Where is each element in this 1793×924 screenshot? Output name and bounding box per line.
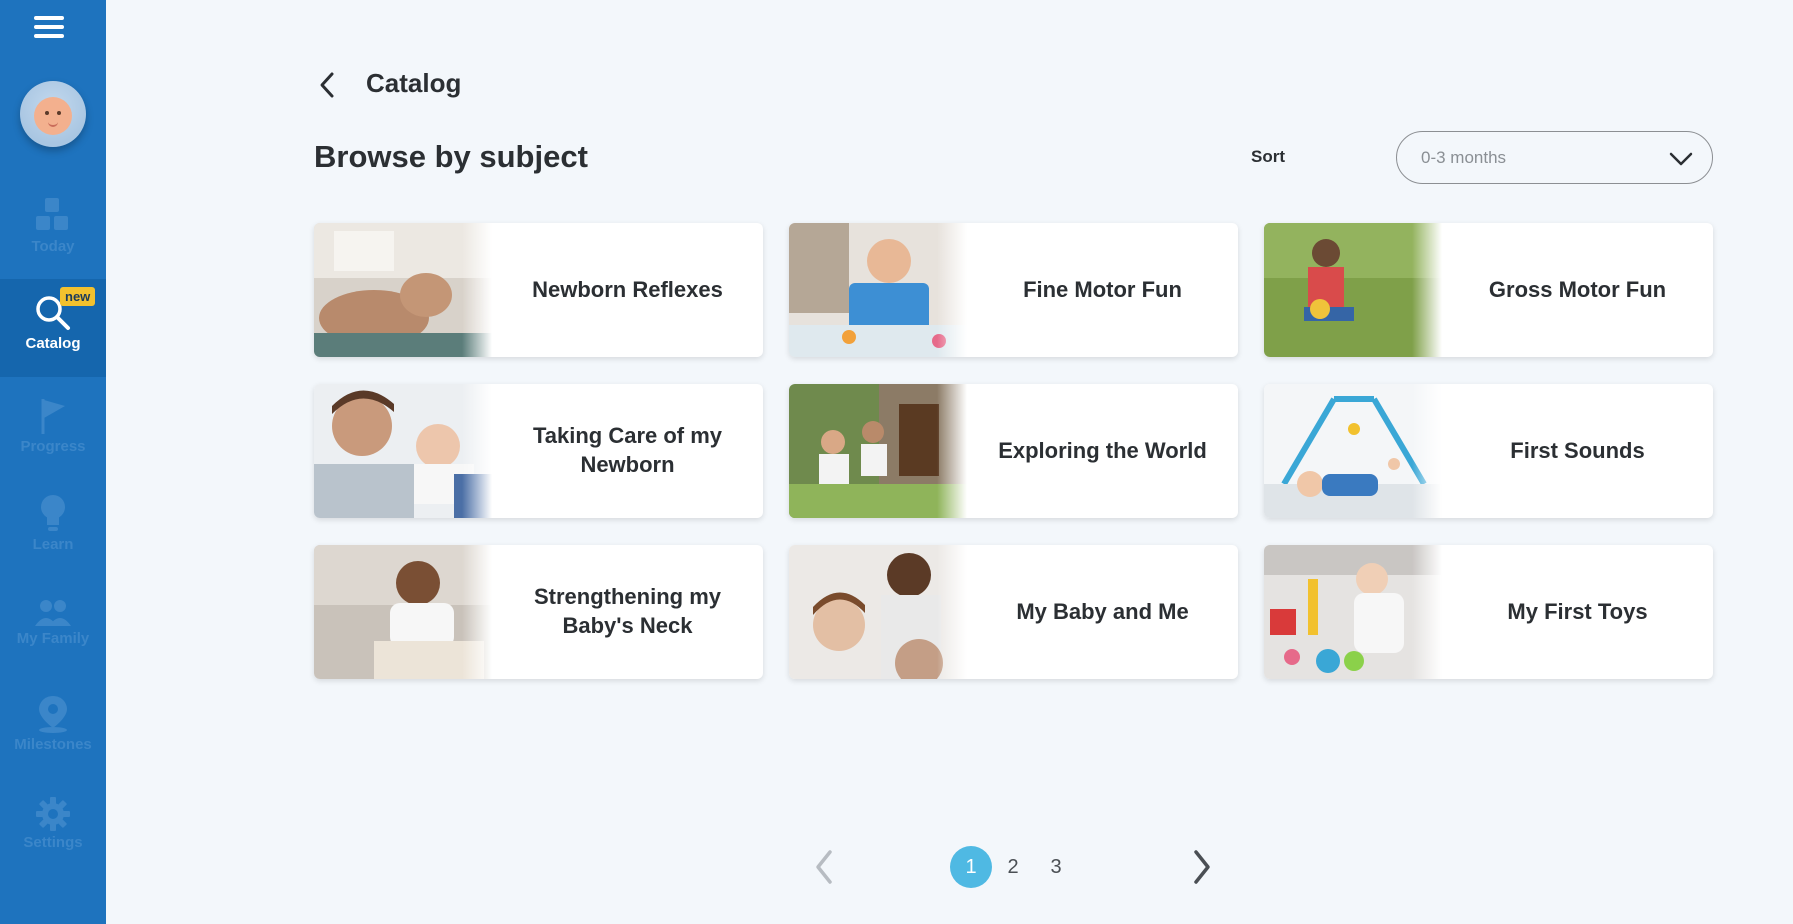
sidebar-item-label: Learn [32, 536, 74, 553]
card-title: Strengthening my Baby's Neck [533, 584, 721, 638]
page-2-button[interactable]: 2 [992, 846, 1034, 888]
sidebar-item-milestones[interactable]: Milestones [0, 694, 106, 756]
card-title: My Baby and Me [1016, 598, 1189, 624]
next-page-button[interactable] [1190, 848, 1214, 891]
location-pin-icon [39, 696, 67, 733]
sidebar-item-label: Catalog [25, 335, 81, 352]
sort-label: Sort [1251, 147, 1285, 166]
chevron-right-icon [1194, 850, 1210, 884]
avatar[interactable] [20, 81, 86, 147]
card-title: First Sounds [1510, 437, 1645, 463]
page-3-button[interactable]: 3 [1035, 846, 1077, 888]
card-image [789, 223, 967, 357]
sidebar-item-my-family[interactable]: My Family [0, 598, 106, 658]
breadcrumb-title: Catalog [366, 68, 462, 98]
hamburger-menu-icon[interactable] [34, 16, 64, 42]
previous-page-button[interactable] [812, 848, 836, 891]
card-image [1264, 223, 1442, 357]
subject-card-my-baby-and-me[interactable]: My Baby and Me [789, 545, 1238, 679]
subject-card-gross-motor-fun[interactable]: Gross Motor Fun [1264, 223, 1713, 357]
sidebar-item-label: Milestones [14, 736, 92, 753]
sidebar-item-progress[interactable]: Progress [0, 396, 106, 462]
card-title: Newborn Reflexes [532, 276, 723, 302]
card-title: Taking Care of my Newborn [532, 423, 723, 477]
sidebar-item-today[interactable]: Today [0, 196, 106, 264]
card-title: Exploring the World [998, 437, 1207, 463]
sort-selected-value: 0-3 months [1421, 148, 1507, 167]
card-image [1264, 384, 1442, 518]
card-image [314, 545, 492, 679]
new-badge: new [60, 287, 96, 306]
sort-dropdown[interactable]: 0-3 months [1396, 131, 1713, 184]
flag-icon [41, 399, 65, 434]
subject-card-fine-motor-fun[interactable]: Fine Motor Fun [789, 223, 1238, 357]
sidebar-item-label: Settings [23, 834, 83, 851]
card-image [1264, 545, 1442, 679]
card-image [314, 384, 492, 518]
sidebar-item-settings[interactable]: Settings [0, 796, 106, 858]
chevron-left-icon [816, 850, 832, 884]
chevron-down-icon [1669, 152, 1693, 166]
card-image [789, 545, 967, 679]
card-title: Fine Motor Fun [1023, 276, 1182, 302]
subject-card-my-first-toys[interactable]: My First Toys [1264, 545, 1713, 679]
card-title: My First Toys [1507, 598, 1648, 624]
sidebar-item-label: Progress [20, 438, 86, 455]
sidebar-item-catalog[interactable]: Catalog new [0, 279, 106, 377]
card-image [314, 223, 492, 357]
chevron-left-icon [320, 72, 334, 98]
subject-card-taking-care-newborn[interactable]: Taking Care of my Newborn [314, 384, 763, 518]
card-image [789, 384, 967, 518]
subject-card-exploring-world[interactable]: Exploring the World [789, 384, 1238, 518]
subject-card-newborn-reflexes[interactable]: Newborn Reflexes [314, 223, 763, 357]
sidebar-item-label: Today [31, 238, 75, 255]
subject-card-first-sounds[interactable]: First Sounds [1264, 384, 1713, 518]
card-title: Gross Motor Fun [1488, 276, 1667, 302]
page-title: Browse by subject [314, 139, 588, 174]
subject-card-strengthening-neck[interactable]: Strengthening my Baby's Neck [314, 545, 763, 679]
family-icon [35, 600, 71, 626]
back-button[interactable] [316, 70, 338, 100]
lightbulb-icon [41, 495, 65, 531]
blocks-icon [36, 198, 68, 230]
page-1-button[interactable]: 1 [950, 846, 992, 888]
gear-icon [36, 797, 70, 831]
sidebar: Today Catalog new Progress Learn My Fami… [0, 0, 106, 924]
sidebar-item-learn[interactable]: Learn [0, 492, 106, 560]
sidebar-item-label: My Family [16, 630, 90, 647]
